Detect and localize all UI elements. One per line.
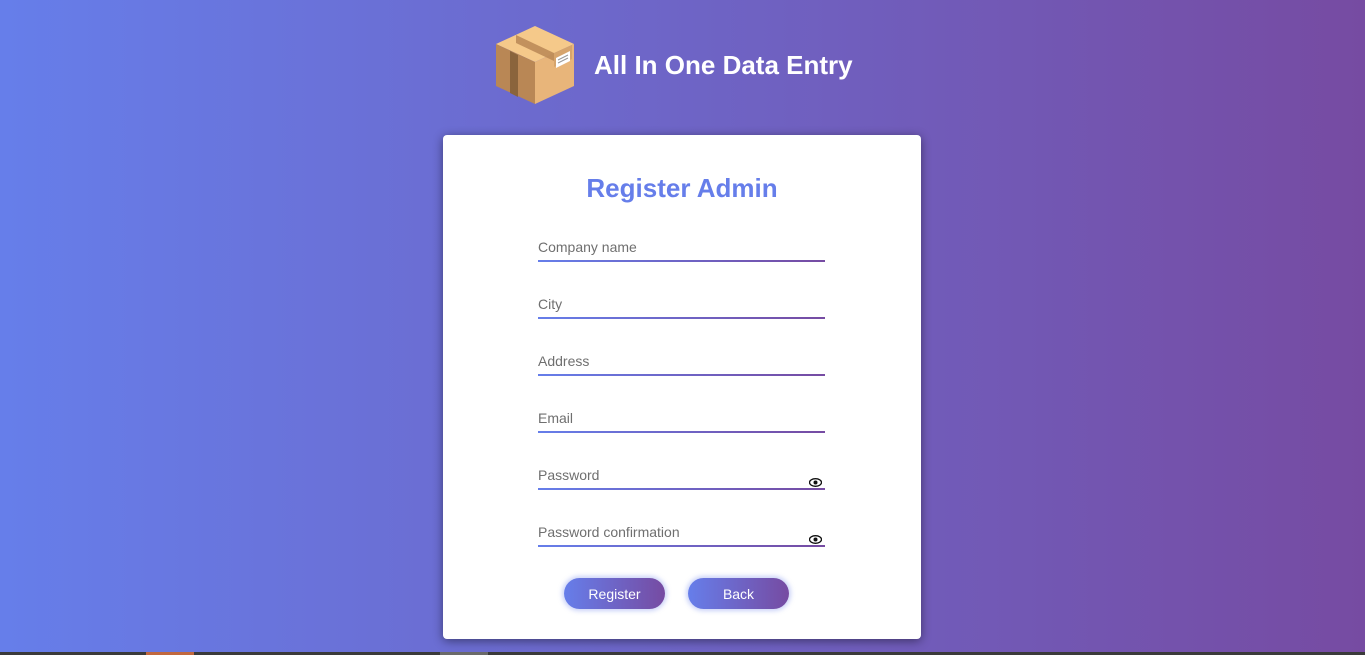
city-field[interactable]	[538, 291, 825, 319]
email-input[interactable]	[538, 405, 825, 431]
app-header: All In One Data Entry	[494, 24, 853, 106]
email-field[interactable]	[538, 405, 825, 433]
package-box-icon	[496, 26, 574, 104]
app-title: All In One Data Entry	[594, 49, 853, 80]
company-name-field[interactable]	[538, 234, 825, 262]
register-button[interactable]: Register	[564, 578, 665, 609]
city-input[interactable]	[538, 291, 825, 317]
form-title: Register Admin	[586, 173, 778, 203]
password-field[interactable]	[538, 462, 825, 490]
address-field[interactable]	[538, 348, 825, 376]
password-confirmation-field[interactable]	[538, 519, 825, 547]
password-confirmation-input[interactable]	[538, 519, 825, 545]
register-card: Register Admin Register Back	[443, 135, 921, 639]
address-input[interactable]	[538, 348, 825, 374]
eye-icon[interactable]	[809, 535, 822, 544]
password-input[interactable]	[538, 462, 825, 488]
company-name-input[interactable]	[538, 234, 825, 260]
eye-icon[interactable]	[809, 478, 822, 487]
back-button[interactable]: Back	[688, 578, 789, 609]
